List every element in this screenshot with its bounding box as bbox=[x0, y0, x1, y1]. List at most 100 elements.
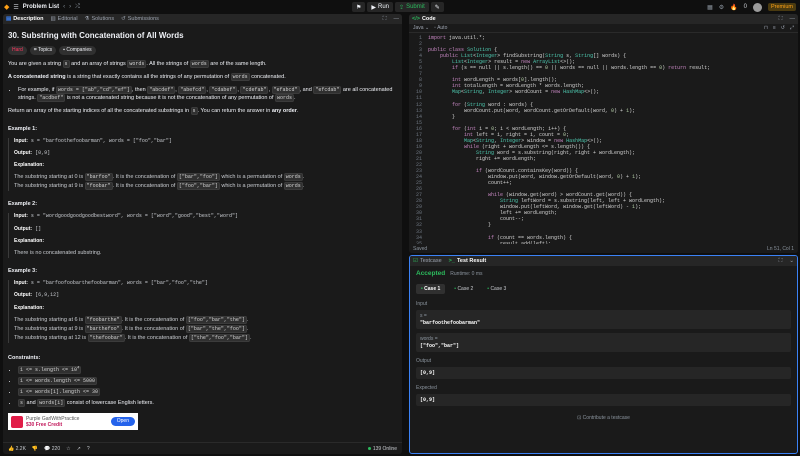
case-tab-3[interactable]: • Case 3 bbox=[482, 284, 511, 294]
bookmark-icon[interactable]: ⊓ bbox=[764, 25, 768, 31]
editor-status-bar: Saved Ln 51, Col 1 bbox=[409, 244, 798, 253]
description-tabbar: ▤ Description ▥ Editorial ⚗ Solutions ↺ Subm… bbox=[3, 14, 402, 24]
case-tab-2[interactable]: • Case 2 bbox=[449, 284, 478, 294]
premium-button[interactable]: Premium bbox=[767, 3, 796, 11]
problem-list-link[interactable]: Problem List bbox=[23, 4, 59, 10]
tag-icon: ⌗ bbox=[33, 46, 37, 53]
streak-count: 0 bbox=[743, 4, 747, 10]
problem-description: 30. Substring with Concatenation of All … bbox=[3, 24, 402, 431]
example-3-explanation-2: The substring starting at 9 is "barthefo… bbox=[14, 324, 249, 333]
collapse-icon[interactable]: — bbox=[394, 16, 400, 22]
maximize-icon[interactable]: ⛶ bbox=[383, 16, 387, 23]
chevron-down-icon: ⌄ bbox=[424, 25, 430, 31]
help-icon[interactable]: ? bbox=[87, 446, 90, 452]
settings-icon[interactable]: ⚙ bbox=[719, 4, 724, 11]
problem-paragraph-3: Return an array of the starting indices … bbox=[8, 106, 299, 115]
share-icon[interactable]: ↗ bbox=[77, 446, 81, 452]
maximize-icon[interactable]: ⛶ bbox=[779, 16, 783, 23]
input-s-box: s = "barfoothefoobarman" bbox=[416, 310, 791, 329]
comments-button[interactable]: 💬 220 bbox=[44, 446, 60, 452]
online-count: 139 Online bbox=[367, 446, 397, 452]
tab-testcase[interactable]: ☑ Testcase bbox=[413, 258, 442, 264]
solutions-icon: ⚗ bbox=[84, 16, 90, 22]
upload-icon: ⇪ bbox=[399, 4, 405, 11]
format-icon[interactable]: ≡ bbox=[773, 25, 776, 31]
expected-box: [0,9] bbox=[416, 394, 791, 406]
runtime: Runtime: 0 ms bbox=[450, 270, 483, 277]
output-label: Output bbox=[416, 358, 432, 364]
constraint-item: 1 <= s.length <= 104 bbox=[18, 366, 397, 376]
run-button[interactable]: ▶ Run bbox=[367, 2, 394, 12]
lock-icon: ▫ bbox=[434, 25, 436, 31]
difficulty-badge[interactable]: Hard bbox=[8, 45, 27, 55]
case-tab-1[interactable]: • Case 1 bbox=[416, 284, 446, 294]
contribute-icon: ⊡ bbox=[577, 415, 582, 421]
top-bar: ◆ ☰ Problem List ‹ › ⤮ ⚑ ▶ Run ⇪ Submit ✎ … bbox=[0, 0, 800, 14]
tab-test-result[interactable]: >_ Test Result bbox=[449, 258, 487, 264]
ad-logo-icon bbox=[11, 415, 23, 428]
fire-icon[interactable]: 🔥 bbox=[730, 4, 737, 11]
online-dot-icon bbox=[367, 446, 371, 450]
ad-banner[interactable]: Purple GarlWithPractice $30 Free Credit … bbox=[8, 413, 138, 431]
terminal-icon: >_ bbox=[448, 258, 455, 264]
problem-paragraph-1: You are given a string s and an array of… bbox=[8, 59, 267, 68]
input-label: Input bbox=[416, 301, 428, 307]
prev-problem-icon[interactable]: ‹ bbox=[63, 4, 65, 10]
logo-icon[interactable]: ◆ bbox=[4, 3, 9, 11]
problem-title: 30. Substring with Concatenation of All … bbox=[8, 31, 184, 40]
auto-toggle[interactable]: ▫ Auto bbox=[434, 25, 447, 31]
tab-editorial[interactable]: ▥ Editorial bbox=[50, 16, 77, 22]
play-icon: ▶ bbox=[371, 4, 377, 11]
like-button[interactable]: 👍 2.2K bbox=[8, 446, 26, 452]
test-tabbar: ☑ Testcase >_ Test Result ⛶ ⌄ bbox=[410, 256, 797, 266]
avatar[interactable] bbox=[752, 2, 762, 12]
reset-icon[interactable]: ↺ bbox=[781, 25, 785, 31]
next-problem-icon[interactable]: › bbox=[69, 4, 71, 10]
companies-tag[interactable]: ▪ Companies bbox=[59, 45, 96, 55]
example-1-title: Example 1: bbox=[8, 125, 38, 132]
output-box: [0,9] bbox=[416, 367, 791, 379]
example-3-explanation-3: The substring starting at 12 is "thefoob… bbox=[14, 333, 252, 342]
problem-tags: Hard ⌗ Topics ▪ Companies bbox=[8, 45, 397, 55]
dislike-button[interactable]: 👎 bbox=[32, 446, 38, 452]
thumbs-down-icon: 👎 bbox=[31, 445, 39, 452]
maximize-icon[interactable]: ⛶ bbox=[779, 258, 783, 265]
example-2-title: Example 2: bbox=[8, 201, 38, 208]
code-area[interactable]: 1 2 3 4 5 6 7 8 9 10 11 12 13 14 15 16 17 18 19 20 21 22 23 24 2… bbox=[409, 33, 798, 250]
submissions-icon: ↺ bbox=[121, 16, 126, 22]
problem-list-icon[interactable]: ☰ bbox=[13, 4, 18, 11]
debug-icon[interactable]: ⚑ bbox=[352, 2, 366, 12]
shuffle-icon[interactable]: ⤮ bbox=[75, 4, 80, 11]
code-lines[interactable]: import java.util.*; public class Solutio… bbox=[425, 35, 798, 250]
tab-submissions[interactable]: ↺ Submissions bbox=[121, 16, 159, 22]
ad-open-button[interactable]: Open bbox=[110, 417, 135, 427]
tab-description[interactable]: ▤ Description bbox=[6, 16, 43, 22]
problem-paragraph-2: A concatenated string is a string that e… bbox=[8, 72, 286, 81]
description-icon: ▤ bbox=[6, 16, 12, 22]
example-3-explanation-1: The substring starting at 6 is "foobarth… bbox=[14, 315, 249, 324]
favorite-icon[interactable]: ☆ bbox=[66, 446, 70, 452]
example-1-explanation-2: The substring starting at 9 is "foobar".… bbox=[14, 182, 305, 191]
layout-icon[interactable]: ▦ bbox=[707, 4, 713, 11]
tab-solutions[interactable]: ⚗ Solutions bbox=[85, 16, 115, 22]
example-3-block: Input: s = "barfoofoobarthefoobarman", w… bbox=[8, 280, 397, 343]
tab-code[interactable]: </> Code bbox=[412, 16, 436, 22]
checkbox-icon: ☑ bbox=[413, 258, 418, 264]
language-select[interactable]: Java ⌄ bbox=[413, 25, 429, 31]
line-number-gutter: 1 2 3 4 5 6 7 8 9 10 11 12 13 14 15 16 17 18 19 20 21 22 23 24 2… bbox=[409, 35, 425, 250]
ad-line-2: $30 Free Credit bbox=[26, 421, 63, 428]
description-panel: ▤ Description ▥ Editorial ⚗ Solutions ↺ Subm… bbox=[3, 14, 402, 454]
editor-toolbar: Java ⌄ ▫ Auto ⊓ ≡ ↺ ⤢ bbox=[409, 24, 798, 33]
lock-icon: ▪ bbox=[63, 46, 65, 53]
description-footer: 👍 2.2K 👎 💬 220 ☆ ↗ ? 139 Online bbox=[3, 442, 402, 454]
comment-icon: 💬 bbox=[44, 445, 51, 452]
notes-icon[interactable]: ✎ bbox=[430, 2, 444, 12]
collapse-icon[interactable]: — bbox=[790, 16, 796, 22]
contribute-testcase-link[interactable]: ⊡ Contribute a testcase bbox=[416, 415, 791, 421]
submit-button[interactable]: ⇪ Submit bbox=[395, 2, 429, 12]
collapse-icon[interactable]: ⌄ bbox=[789, 258, 794, 264]
example-2-block: Input: s = "wordgoodgoodgoodbestword", w… bbox=[8, 213, 397, 259]
result-status: Accepted bbox=[416, 270, 446, 277]
expand-icon[interactable]: ⤢ bbox=[790, 25, 794, 31]
topics-tag[interactable]: ⌗ Topics bbox=[29, 45, 57, 55]
